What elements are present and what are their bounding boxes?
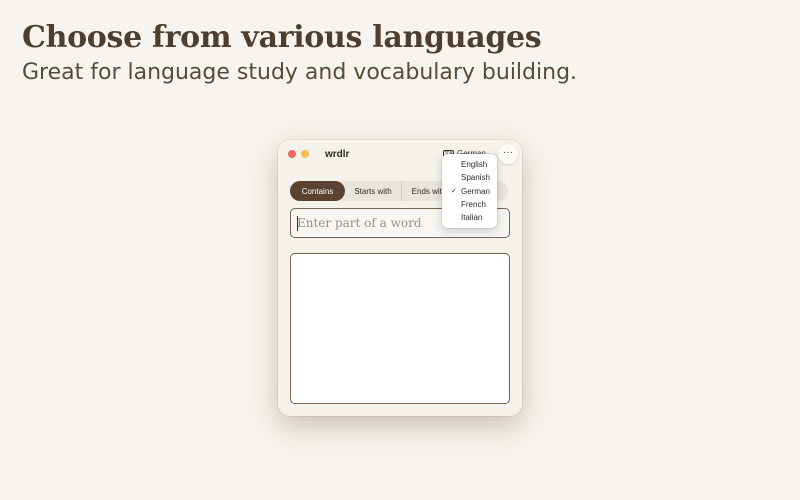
language-option-italian[interactable]: Italian (442, 211, 497, 224)
more-options-button[interactable]: ··· (498, 144, 518, 164)
page-subline: Great for language study and vocabulary … (22, 60, 578, 85)
language-option-english[interactable]: English (442, 158, 497, 171)
page-headline: Choose from various languages (22, 20, 542, 55)
checkmark-icon: ✓ (451, 187, 457, 195)
mode-starts-with[interactable]: Starts with (345, 181, 401, 201)
language-option-german[interactable]: ✓ German (442, 185, 497, 198)
text-caret (297, 216, 298, 231)
language-option-spanish[interactable]: Spanish (442, 171, 497, 184)
app-title: wrdlr (325, 149, 350, 160)
mode-contains[interactable]: Contains (290, 181, 345, 201)
close-window-button[interactable] (288, 150, 296, 158)
results-list[interactable] (290, 253, 510, 404)
minimize-window-button[interactable] (301, 150, 309, 158)
language-menu: English Spanish ✓ German French Italian (442, 154, 497, 228)
language-option-french[interactable]: French (442, 198, 497, 211)
